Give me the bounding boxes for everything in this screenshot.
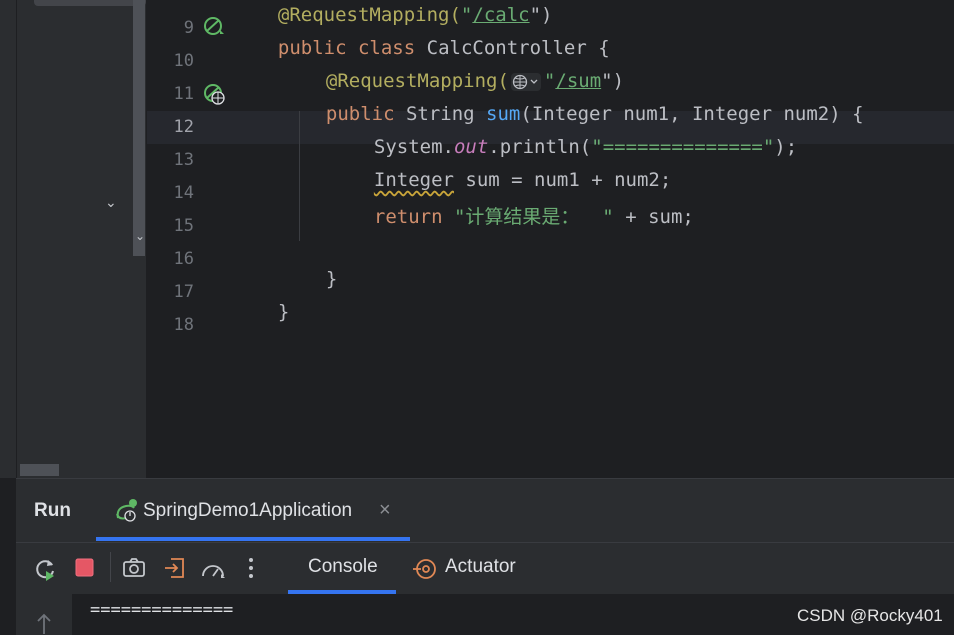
line-number: 16: [173, 249, 194, 269]
watermark: CSDN @Rocky401: [797, 606, 943, 625]
restore-layout-icon[interactable]: [163, 556, 187, 580]
code-token: );: [774, 136, 798, 158]
actuator-icon: [412, 557, 438, 581]
line-number: 18: [173, 315, 194, 335]
code-line: }: [255, 279, 289, 323]
scroll-up-arrow-icon[interactable]: [35, 612, 53, 634]
profiler-gauge-icon[interactable]: [200, 557, 228, 581]
stop-icon[interactable]: [75, 558, 95, 578]
code-token: "计算结果是： ": [453, 206, 614, 228]
code-token: + sum;: [613, 206, 694, 228]
code-line: }: [303, 246, 337, 290]
line-number: 13: [173, 150, 194, 170]
spring-bean-gutter-icon[interactable]: [201, 16, 227, 38]
code-token: }: [325, 268, 338, 290]
active-tab-indicator: [96, 537, 410, 541]
tree-vertical-scrollbar[interactable]: [133, 0, 145, 256]
rerun-icon[interactable]: [33, 557, 57, 581]
line-number: 8: [150, 0, 194, 5]
request-mapping-gutter-icon[interactable]: [201, 83, 227, 107]
line-number: 12: [173, 117, 194, 137]
line-number: 14: [173, 183, 194, 203]
camera-icon[interactable]: [122, 557, 146, 579]
tool-window-stripe: [0, 0, 17, 478]
line-number: 17: [173, 282, 194, 302]
chevron-down-icon[interactable]: ⌄: [105, 195, 117, 211]
close-tab-icon[interactable]: ×: [379, 499, 391, 522]
line-number: 10: [173, 51, 194, 71]
indent-guide: [299, 111, 300, 241]
line-number: 15: [173, 216, 194, 236]
code-token: return: [373, 206, 443, 228]
run-panel-title: Run: [34, 500, 71, 521]
line-number: 11: [173, 84, 194, 104]
console-output-line: ==============: [90, 600, 234, 620]
code-token: }: [277, 301, 290, 323]
code-line: return "计算结果是： " + sum;: [351, 180, 694, 229]
run-tab-label[interactable]: SpringDemo1Application: [143, 500, 352, 522]
tree-selected-row[interactable]: [34, 0, 146, 6]
chevron-down-icon[interactable]: ⌄: [135, 229, 145, 243]
tab-console[interactable]: Console: [308, 556, 378, 578]
toolbar-separator: [110, 552, 111, 582]
line-number: 9: [183, 18, 194, 38]
spring-boot-run-icon: [114, 498, 140, 524]
editor-gutter: [147, 0, 239, 478]
tab-actuator[interactable]: Actuator: [445, 556, 516, 578]
tree-horizontal-scrollbar[interactable]: [20, 464, 59, 476]
more-options-icon[interactable]: [246, 556, 256, 580]
project-tree-panel: [0, 0, 146, 478]
